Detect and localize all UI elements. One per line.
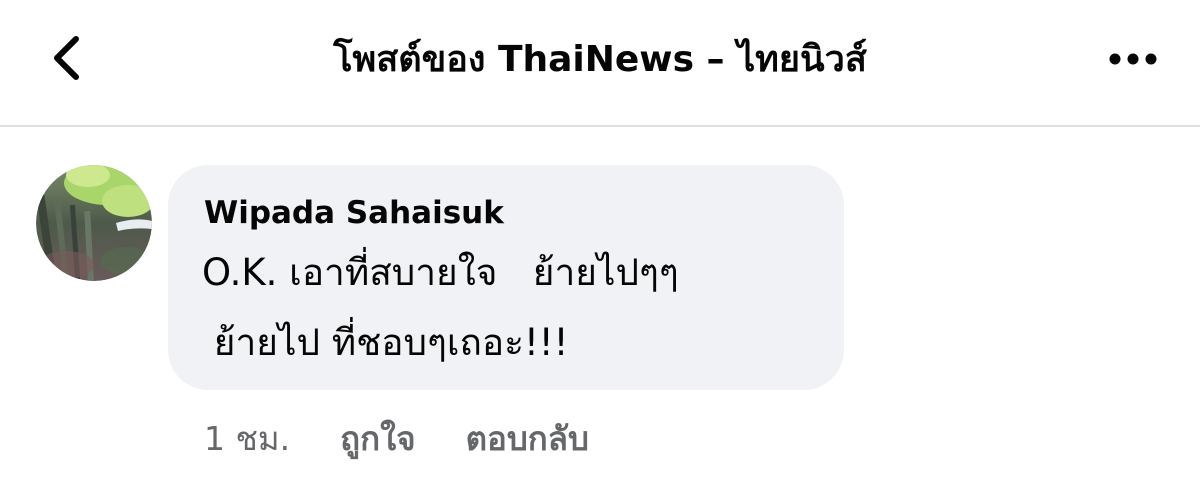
back-button[interactable] [38,28,94,92]
chevron-left-icon [51,35,81,85]
avatar[interactable] [36,165,152,281]
comment-text-line: ย้ายไป ที่ชอบๆเถอะ!!! [202,321,569,364]
more-horizontal-icon [1108,51,1158,70]
comment-timestamp: 1 ชม. [204,418,291,458]
page-title: โพสต์ของ ThaiNews – ไทยนิวส์ [333,39,867,80]
header-divider [0,125,1200,127]
comment-author-name[interactable]: Wipada Sahaisuk [204,191,504,235]
reply-button[interactable]: ตอบกลับ [466,412,589,465]
post-comments-page: โพสต์ของ ThaiNews – ไทยนิวส์ Wipada Saha… [0,0,1200,489]
top-navigation-bar: โพสต์ของ ThaiNews – ไทยนิวส์ [0,0,1200,124]
more-options-button[interactable] [1098,30,1168,90]
comment-bubble: Wipada Sahaisuk O.K. เอาที่สบายใจ ย้ายไป… [168,165,844,390]
comment-actions: 1 ชม. ถูกใจ ตอบกลับ [204,410,589,466]
like-button[interactable]: ถูกใจ [340,412,415,465]
comment-text-line: O.K. เอาที่สบายใจ ย้ายไปๆๆ [202,251,679,294]
